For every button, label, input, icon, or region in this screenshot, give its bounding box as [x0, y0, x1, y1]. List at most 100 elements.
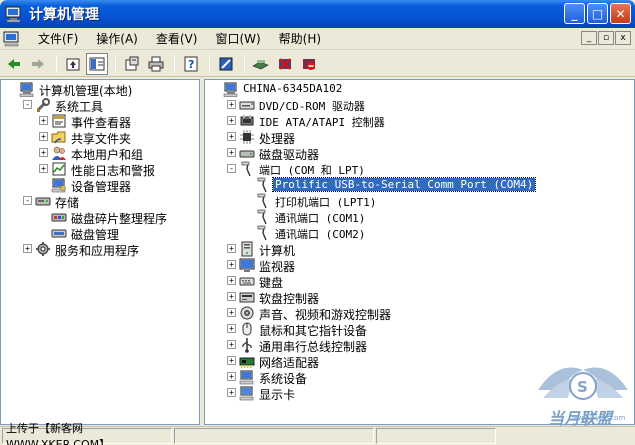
tree-local-users[interactable]: + 本地用户和组 — [1, 145, 199, 162]
device-comm-port-com1-label: 通讯端口 (COM1) — [275, 212, 366, 225]
device-mice[interactable]: + 鼠标和其它指针设备 — [205, 321, 634, 338]
device-dvd-rom-label: DVD/CD-ROM 驱动器 — [259, 100, 365, 113]
tree-event-viewer[interactable]: + 事件查看器 — [1, 113, 199, 130]
uninstall-icon[interactable] — [274, 53, 296, 75]
tree-device-manager[interactable]: 设备管理器 — [1, 177, 199, 194]
print-icon[interactable] — [145, 53, 167, 75]
minimize-button[interactable]: _ — [564, 3, 585, 24]
computer-management-icon — [5, 6, 23, 22]
device-processors[interactable]: + 处理器 — [205, 129, 634, 146]
expand-toggle[interactable]: + — [227, 372, 236, 381]
device-comm-port-com1[interactable]: 通讯端口 (COM1) — [205, 209, 634, 225]
comm-port-com2-icon — [255, 225, 271, 241]
expand-toggle[interactable]: + — [227, 100, 236, 109]
expand-toggle[interactable]: + — [227, 356, 236, 365]
expand-toggle[interactable]: + — [227, 340, 236, 349]
device-sound-video-game[interactable]: + 声音、视频和游戏控制器 — [205, 305, 634, 322]
ports-icon — [239, 161, 255, 177]
device-ports[interactable]: - 端口 (COM 和 LPT) — [205, 161, 634, 177]
device-computer[interactable]: + 计算机 — [205, 241, 634, 258]
tree-disk-management[interactable]: 磁盘管理 — [1, 225, 199, 242]
watermark-url: www.5yue.com — [572, 414, 626, 422]
display-adapters-icon — [239, 385, 255, 401]
device-ports-label: 端口 (COM 和 LPT) — [259, 164, 365, 177]
device-monitors[interactable]: + 监视器 — [205, 257, 634, 274]
svg-text:S: S — [577, 378, 588, 396]
collapse-toggle[interactable]: - — [227, 164, 236, 173]
device-disk-drives[interactable]: + 磁盘驱动器 — [205, 145, 634, 162]
disk-management-icon — [51, 225, 67, 241]
expand-toggle[interactable]: + — [227, 132, 236, 141]
device-manager-icon — [51, 177, 67, 193]
back-arrow-icon[interactable] — [3, 53, 25, 75]
disk-drives-icon — [239, 145, 255, 161]
mdi-restore-button[interactable]: ▫ — [598, 31, 614, 45]
expand-toggle[interactable]: + — [227, 292, 236, 301]
collapse-toggle[interactable]: - — [23, 100, 32, 109]
show-hide-tree-icon[interactable] — [86, 52, 108, 75]
expand-toggle[interactable]: + — [227, 148, 236, 157]
mdi-close-button[interactable]: x — [615, 31, 631, 45]
mmc-system-menu-icon[interactable] — [3, 31, 21, 47]
floppy-controllers-icon — [239, 289, 255, 305]
storage-icon — [35, 193, 51, 209]
keyboards-icon — [239, 273, 255, 289]
forward-arrow-icon[interactable] — [27, 53, 49, 75]
scan-hardware-icon[interactable] — [215, 53, 237, 75]
device-root-computer[interactable]: CHINA-6345DA102 — [205, 81, 634, 97]
tree-storage[interactable]: - 存储 — [1, 193, 199, 210]
tree-disk-defragmenter[interactable]: 磁盘碎片整理程序 — [1, 209, 199, 226]
users-icon — [51, 145, 67, 161]
mdi-minimize-button[interactable]: _ — [581, 31, 597, 45]
menu-file[interactable]: 文件(F) — [29, 30, 87, 47]
tree-shared-folders[interactable]: + 共享文件夹 — [1, 129, 199, 146]
menu-window[interactable]: 窗口(W) — [206, 30, 269, 47]
tree-performance-logs[interactable]: + 性能日志和警报 — [1, 161, 199, 178]
toolbar-separator — [244, 54, 245, 73]
title-bar[interactable]: 计算机管理 _ □ ✕ — [0, 0, 635, 28]
device-prolific-com4[interactable]: Prolific USB-to-Serial Comm Port (COM4) — [205, 177, 634, 193]
processors-icon — [239, 129, 255, 145]
status-panel-3 — [376, 428, 496, 444]
tree-system-tools[interactable]: - 系统工具 — [1, 97, 199, 114]
expand-toggle[interactable]: + — [39, 148, 48, 157]
expand-toggle[interactable]: + — [227, 244, 236, 253]
status-panel-2 — [174, 428, 374, 444]
maximize-button[interactable]: □ — [587, 3, 608, 24]
expand-toggle[interactable]: + — [39, 132, 48, 141]
computer-icon — [19, 81, 35, 97]
device-comm-port-com2[interactable]: 通讯端口 (COM2) — [205, 225, 634, 241]
help-icon[interactable]: ? — [180, 53, 202, 75]
expand-toggle[interactable]: + — [227, 308, 236, 317]
expand-toggle[interactable]: + — [227, 276, 236, 285]
services-icon — [35, 241, 51, 257]
expand-toggle[interactable]: + — [227, 388, 236, 397]
expand-toggle[interactable]: + — [227, 116, 236, 125]
up-folder-icon[interactable] — [62, 53, 84, 75]
expand-toggle[interactable]: + — [227, 260, 236, 269]
console-tree-pane[interactable]: 计算机管理(本地) - 系统工具 + 事件查看器 + 共享文件夹 + 本地用户和组 + 性能日志和警… — [0, 79, 200, 425]
menu-help[interactable]: 帮助(H) — [270, 30, 330, 47]
tree-root-computer-management[interactable]: 计算机管理(本地) — [1, 81, 199, 98]
expand-toggle[interactable]: + — [39, 164, 48, 173]
collapse-toggle[interactable]: - — [23, 196, 32, 205]
device-printer-port-lpt1[interactable]: 打印机端口 (LPT1) — [205, 193, 634, 209]
tree-services-apps[interactable]: + 服务和应用程序 — [1, 241, 199, 258]
device-keyboards[interactable]: + 键盘 — [205, 273, 634, 290]
menu-view[interactable]: 查看(V) — [147, 30, 207, 47]
device-floppy-controllers[interactable]: + 软盘控制器 — [205, 289, 634, 306]
properties-icon[interactable] — [121, 53, 143, 75]
ide-controllers-icon — [239, 113, 255, 129]
menu-action[interactable]: 操作(A) — [87, 30, 147, 47]
device-dvd-rom[interactable]: + DVD/CD-ROM 驱动器 — [205, 97, 634, 113]
device-display-adapters-label: 显示卡 — [259, 388, 296, 402]
toolbar-separator — [174, 54, 175, 73]
update-driver-icon[interactable] — [250, 53, 272, 75]
expand-toggle[interactable]: + — [39, 116, 48, 125]
disable-icon[interactable] — [298, 53, 320, 75]
close-button[interactable]: ✕ — [610, 3, 631, 24]
expand-toggle[interactable]: + — [23, 244, 32, 253]
expand-toggle[interactable]: + — [227, 324, 236, 333]
toolbar-separator — [115, 54, 116, 73]
device-ide-controllers[interactable]: + IDE ATA/ATAPI 控制器 — [205, 113, 634, 129]
